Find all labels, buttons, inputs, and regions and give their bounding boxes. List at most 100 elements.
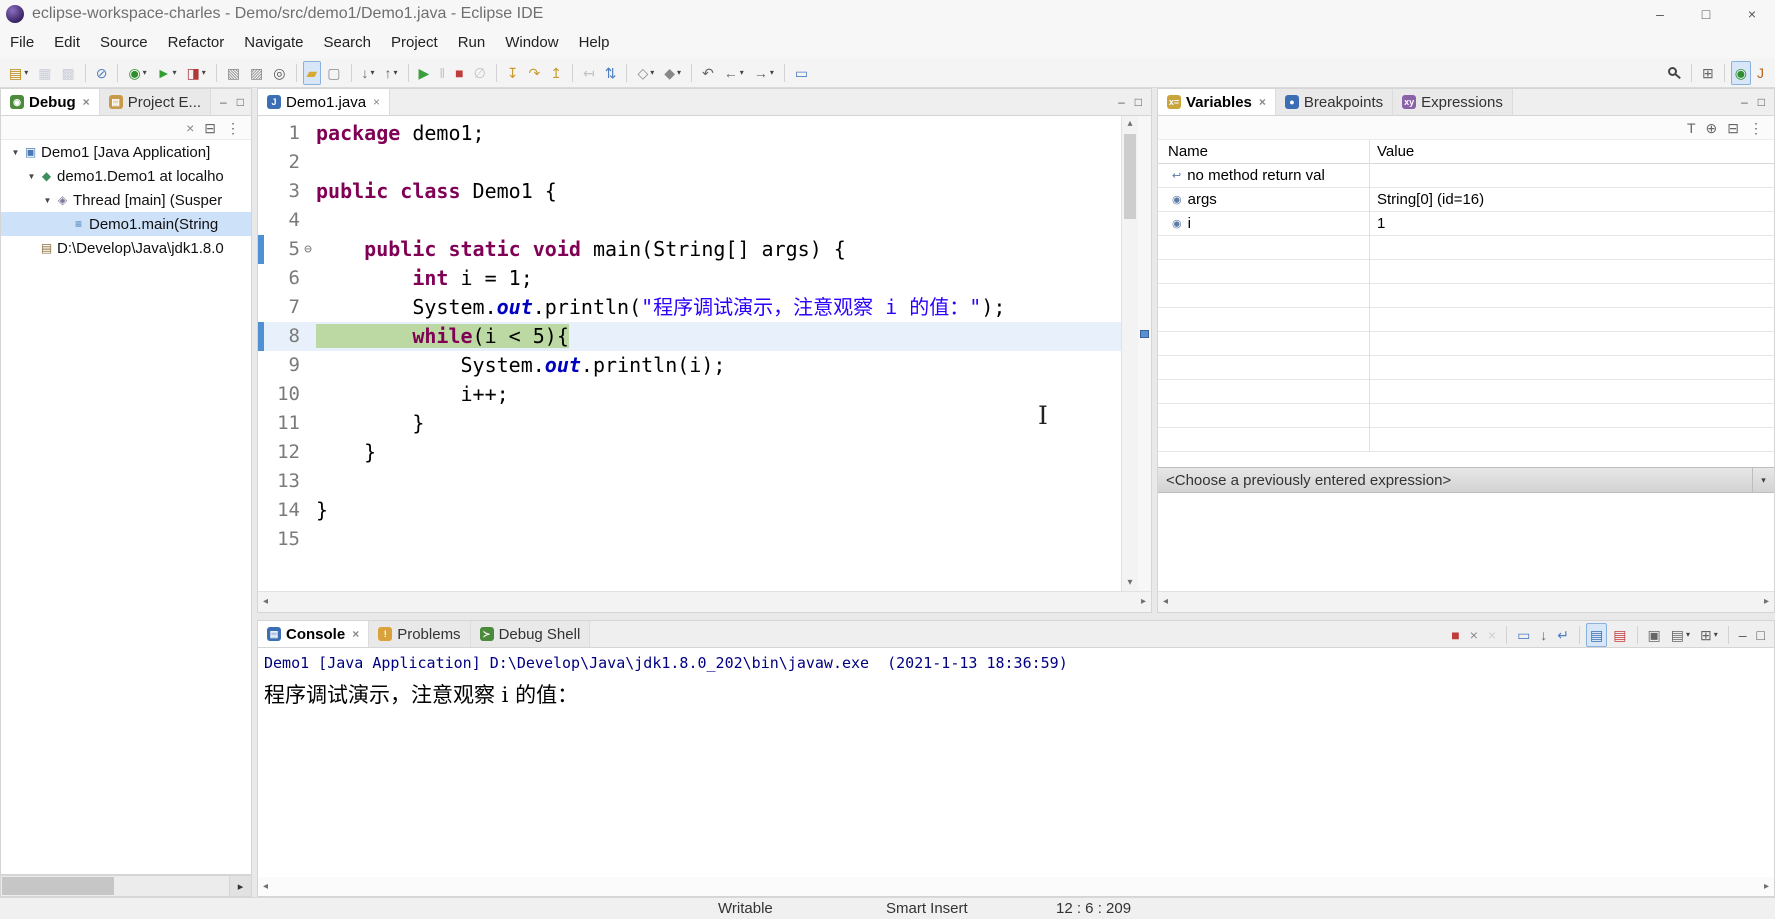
resume-button[interactable]: ▶ xyxy=(415,61,434,85)
tab-close-icon[interactable]: × xyxy=(1259,95,1266,109)
drop-to-frame-button[interactable]: ↤ xyxy=(579,61,599,85)
scroll-left-arrow[interactable]: ◂ xyxy=(263,882,268,892)
menu-source[interactable]: Source xyxy=(90,28,158,58)
debug-dropdown[interactable]: ▾ xyxy=(143,68,147,77)
tab-close-icon[interactable]: × xyxy=(352,627,359,641)
column-header-name[interactable]: Name xyxy=(1158,143,1369,160)
tree-expander[interactable]: ▼ xyxy=(9,148,22,157)
show-on-stderr-button[interactable]: ▤ xyxy=(1609,623,1630,647)
profile-button[interactable]: ◆▾ xyxy=(660,61,685,85)
menu-run[interactable]: Run xyxy=(448,28,496,58)
coverage-dropdown[interactable]: ▾ xyxy=(202,68,206,77)
code-line[interactable]: 11 } xyxy=(258,409,1121,438)
minimize-view-button[interactable]: – xyxy=(1735,623,1751,647)
maximize-view-button[interactable]: □ xyxy=(1135,95,1142,109)
minimize-view-button[interactable]: – xyxy=(1741,95,1748,109)
vars-tab-breakpoints[interactable]: ●Breakpoints xyxy=(1276,89,1393,115)
code-line[interactable]: 3public class Demo1 { xyxy=(258,177,1121,206)
expression-detail-area[interactable] xyxy=(1158,494,1774,591)
menu-navigate[interactable]: Navigate xyxy=(234,28,313,58)
use-step-filters-button[interactable]: ⇅ xyxy=(601,61,621,85)
next-annotation-dropdown[interactable]: ▾ xyxy=(371,68,375,77)
run-button[interactable]: ►▾ xyxy=(153,61,181,85)
next-annotation-button[interactable]: ↓▾ xyxy=(358,61,379,85)
open-task-button[interactable]: ▢ xyxy=(323,61,344,85)
open-console-dropdown[interactable]: ▾ xyxy=(1714,630,1718,639)
code-line[interactable]: 9 System.out.println(i); xyxy=(258,351,1121,380)
open-console-button[interactable]: ⊞▾ xyxy=(1696,623,1722,647)
scrollbar-thumb[interactable] xyxy=(2,877,114,895)
menu-search[interactable]: Search xyxy=(313,28,381,58)
step-over-button[interactable]: ↷ xyxy=(525,61,545,85)
disconnect-button[interactable]: ∅ xyxy=(470,61,490,85)
code-line[interactable]: 12 } xyxy=(258,438,1121,467)
tree-item[interactable]: ▼◈Thread [main] (Susper xyxy=(1,188,251,212)
window-close-button[interactable]: × xyxy=(1729,0,1775,28)
run-last-tool-dropdown[interactable]: ▾ xyxy=(650,68,654,77)
remove-all-terminated-button[interactable]: × xyxy=(1484,623,1500,647)
scroll-right-arrow[interactable]: ▸ xyxy=(1141,597,1146,607)
show-type-names-button[interactable]: T xyxy=(1683,116,1700,140)
code-line[interactable]: 13 xyxy=(258,467,1121,496)
collapse-all-button[interactable]: ⊟ xyxy=(200,116,220,140)
show-logical-structures-button[interactable]: ⊕ xyxy=(1702,116,1722,140)
quick-access-search-button[interactable] xyxy=(1663,61,1685,85)
tree-expander[interactable]: ▼ xyxy=(25,172,38,181)
display-selected-console-button[interactable]: ▤▾ xyxy=(1667,623,1694,647)
tree-item[interactable]: ▼◆demo1.Demo1 at localho xyxy=(1,164,251,188)
debug-perspective-button[interactable]: ◉ xyxy=(1731,61,1751,85)
vars-tab-expressions[interactable]: xyExpressions xyxy=(1393,89,1513,115)
debug-tab-debug[interactable]: ◉Debug× xyxy=(1,89,100,115)
menu-refactor[interactable]: Refactor xyxy=(158,28,235,58)
console-tab-debug-shell[interactable]: ≻Debug Shell xyxy=(471,621,591,647)
code-line[interactable]: 15 xyxy=(258,525,1121,554)
view-menu-button[interactable]: ⋮ xyxy=(222,116,244,140)
minimize-view-button[interactable]: – xyxy=(220,95,227,109)
tree-item[interactable]: ▤D:\Develop\Java\jdk1.8.0 xyxy=(1,236,251,260)
back-button[interactable]: ←▾ xyxy=(720,61,748,85)
display-selected-console-dropdown[interactable]: ▾ xyxy=(1686,630,1690,639)
view-menu-button[interactable]: ⋮ xyxy=(1745,116,1767,140)
step-into-button[interactable]: ↧ xyxy=(503,61,523,85)
chevron-down-icon[interactable]: ▾ xyxy=(1752,468,1774,492)
window-minimize-button[interactable]: – xyxy=(1637,0,1683,28)
skip-all-breakpoints-button[interactable]: ⊘ xyxy=(92,61,112,85)
scroll-left-arrow[interactable]: ◂ xyxy=(1163,597,1168,607)
scroll-lock-button[interactable]: ↓ xyxy=(1536,623,1551,647)
tab-close-icon[interactable]: × xyxy=(373,95,380,109)
previous-annotation-dropdown[interactable]: ▾ xyxy=(394,68,398,77)
tree-item[interactable]: ▼▣Demo1 [Java Application] xyxy=(1,140,251,164)
menu-edit[interactable]: Edit xyxy=(44,28,90,58)
code-lines[interactable]: 1package demo1;23public class Demo1 {45⊖… xyxy=(258,116,1121,591)
menu-project[interactable]: Project xyxy=(381,28,448,58)
maximize-view-button[interactable]: □ xyxy=(1758,95,1765,109)
suspend-button[interactable]: ‖ xyxy=(435,61,449,85)
code-line[interactable]: 14} xyxy=(258,496,1121,525)
console-tab-console[interactable]: ▤Console× xyxy=(258,621,369,647)
scroll-right-arrow[interactable]: ▸ xyxy=(229,876,251,896)
back-dropdown[interactable]: ▾ xyxy=(740,68,744,77)
menu-file[interactable]: File xyxy=(0,28,44,58)
debug-button[interactable]: ◉▾ xyxy=(124,61,150,85)
status-cursor-position[interactable]: 12 : 6 : 209 xyxy=(1056,898,1131,919)
scroll-right-arrow[interactable]: ▸ xyxy=(1764,882,1769,892)
code-line[interactable]: 4 xyxy=(258,206,1121,235)
pin-editor-button[interactable]: ▭ xyxy=(791,61,812,85)
pin-console-button[interactable]: ▣ xyxy=(1644,623,1665,647)
editor-tab-demo1-java[interactable]: JDemo1.java× xyxy=(258,89,390,115)
code-line[interactable]: 5⊖ public static void main(String[] args… xyxy=(258,235,1121,264)
remove-all-terminated-button[interactable]: × xyxy=(182,116,198,140)
column-divider[interactable] xyxy=(1369,140,1370,452)
open-element-button[interactable]: ▨ xyxy=(246,61,267,85)
previous-annotation-button[interactable]: ↑▾ xyxy=(381,61,402,85)
run-dropdown[interactable]: ▾ xyxy=(173,68,177,77)
profile-dropdown[interactable]: ▾ xyxy=(677,68,681,77)
scroll-down-arrow[interactable]: ▾ xyxy=(1122,575,1138,591)
maximize-view-button[interactable]: □ xyxy=(1753,623,1769,647)
terminate-button[interactable]: ■ xyxy=(451,61,467,85)
search-button[interactable]: ◎ xyxy=(269,61,289,85)
code-line[interactable]: 6 int i = 1; xyxy=(258,264,1121,293)
forward-button[interactable]: →▾ xyxy=(750,61,778,85)
last-edit-location-button[interactable]: ↶ xyxy=(698,61,718,85)
open-perspective-button[interactable]: ⊞ xyxy=(1698,61,1718,85)
